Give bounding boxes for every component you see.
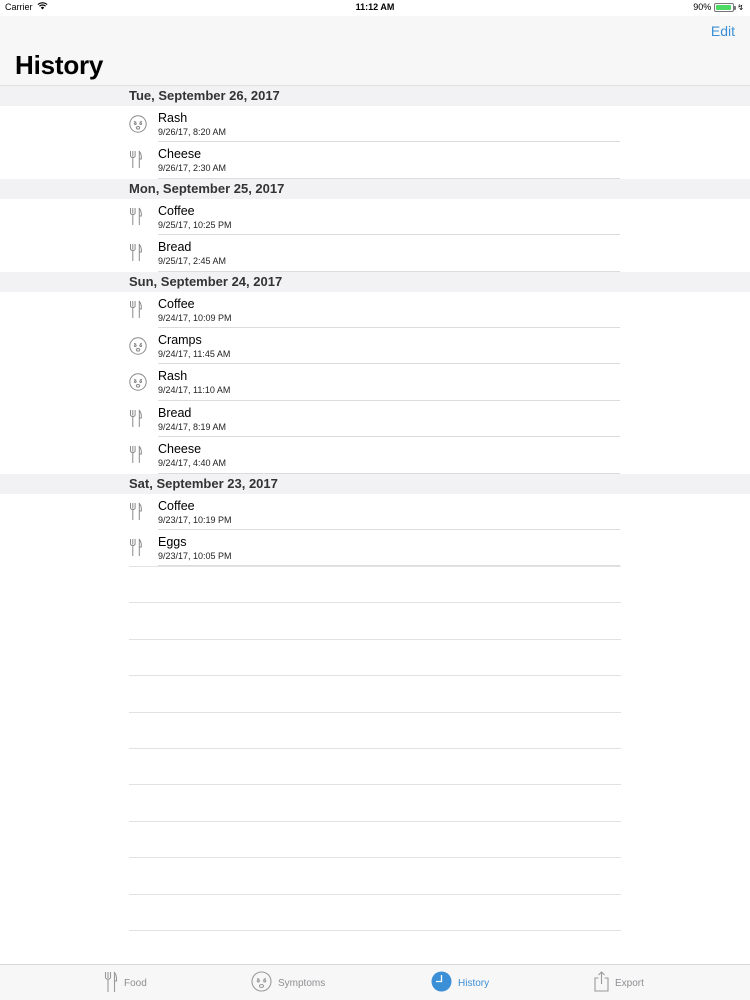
row-separator [158,270,620,272]
tab-label: Export [615,977,644,989]
clock-icon [431,971,452,995]
history-row[interactable]: Cheese 9/26/17, 2:30 AM [0,142,750,179]
tab-label: Food [124,977,147,989]
share-icon [594,971,609,995]
empty-row-separator [129,675,621,677]
tab-symptoms[interactable]: Symptoms [251,965,325,1000]
status-time: 11:12 AM [355,2,395,12]
face-icon [129,373,147,393]
empty-row-separator [129,820,621,822]
navigation-bar: Edit History [0,16,750,86]
row-timestamp: 9/26/17, 2:30 AM [158,163,227,174]
tab-export[interactable]: Export [594,965,644,1000]
tab-label: History [458,977,490,989]
row-title: Eggs [158,534,187,549]
fork-knife-icon [129,150,147,170]
page-title: History [15,50,104,80]
row-timestamp: 9/24/17, 10:09 PM [158,312,232,323]
history-row[interactable]: Cheese 9/24/17, 4:40 AM [0,437,750,474]
row-title: Cheese [158,442,202,457]
section-header: Sat, September 23, 2017 [0,473,750,494]
row-timestamp: 9/23/17, 10:19 PM [158,514,232,525]
tab-history[interactable]: History [431,965,489,1000]
row-title: Rash [158,369,188,384]
empty-row-separator [129,930,621,931]
history-row[interactable]: Bread 9/24/17, 8:19 AM [0,401,750,438]
history-row[interactable]: Cramps 9/24/17, 11:45 AM [0,328,750,365]
empty-row-separator [129,893,621,895]
empty-row-separator [129,711,621,713]
row-title: Coffee [158,498,195,513]
row-separator [158,472,620,474]
fork-knife-icon [129,502,147,522]
empty-row-separator [129,857,621,859]
battery-percent: 90% [693,2,712,12]
row-title: Cheese [158,147,202,162]
fork-knife-icon [129,538,147,558]
row-separator [158,177,620,179]
row-timestamp: 9/23/17, 10:05 PM [158,550,232,561]
tab-food[interactable]: Food [104,965,147,1000]
fork-knife-icon [129,409,147,429]
empty-row-separator [129,638,621,640]
edit-button[interactable]: Edit [711,23,735,39]
section-header: Tue, September 26, 2017 [0,86,750,106]
face-icon [129,337,147,357]
row-title: Bread [158,240,192,255]
empty-row-separator [129,602,621,604]
face-icon [129,115,147,135]
tab-label: Symptoms [278,977,326,989]
row-timestamp: 9/24/17, 11:10 AM [158,385,231,396]
history-row[interactable]: Coffee 9/24/17, 10:09 PM [0,292,750,328]
row-title: Bread [158,405,192,420]
row-timestamp: 9/24/17, 8:19 AM [158,421,227,432]
row-title: Cramps [158,332,202,347]
history-list: Tue, September 26, 2017 Rash 9/26/17, 8:20… [0,86,750,567]
empty-row-separator [129,566,621,567]
row-timestamp: 9/26/17, 8:20 AM [158,127,227,137]
fork-knife-icon [129,207,147,227]
fork-knife-icon [104,971,118,996]
history-row[interactable]: Coffee 9/25/17, 10:25 PM [0,199,750,236]
status-bar: Carrier 11:12 AM 90% ↯ [0,0,750,16]
row-timestamp: 9/24/17, 11:45 AM [158,348,231,359]
history-row[interactable]: Eggs 9/23/17, 10:05 PM [0,530,750,567]
row-title: Coffee [158,296,195,311]
tab-bar: Food Symptoms History Export [0,964,750,1000]
battery-icon [714,2,737,12]
battery-group: 90% ↯ [693,2,744,12]
row-timestamp: 9/24/17, 4:40 AM [158,458,227,469]
section-header: Mon, September 25, 2017 [0,178,750,199]
row-timestamp: 9/25/17, 2:45 AM [158,256,227,267]
history-row[interactable]: Bread 9/25/17, 2:45 AM [0,235,750,272]
history-row[interactable]: Rash 9/26/17, 8:20 AM [0,106,750,143]
fork-knife-icon [129,243,147,263]
fork-knife-icon [129,300,147,320]
row-title: Rash [158,111,188,125]
face-icon [251,971,272,995]
history-row[interactable]: Coffee 9/23/17, 10:19 PM [0,494,750,530]
section-header: Sun, September 24, 2017 [0,271,750,292]
charging-icon: ↯ [737,2,744,12]
fork-knife-icon [129,445,147,465]
row-title: Coffee [158,203,195,218]
empty-row-separator [129,748,621,749]
history-row[interactable]: Rash 9/24/17, 11:10 AM [0,364,750,401]
row-timestamp: 9/25/17, 10:25 PM [158,219,232,230]
empty-row-separator [129,784,621,786]
